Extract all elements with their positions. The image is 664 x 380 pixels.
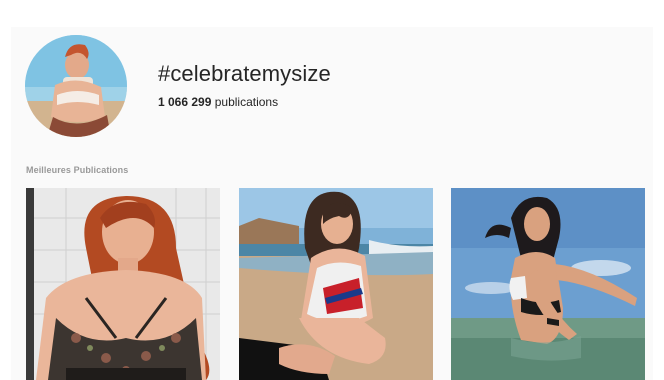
- top-posts-label: Meilleures Publications: [26, 165, 129, 175]
- photo-woman-beach-swimsuit-icon: [239, 188, 433, 380]
- hashtag-avatar[interactable]: [25, 35, 127, 137]
- publications-label: publications: [214, 95, 279, 109]
- top-post-2[interactable]: [239, 188, 433, 380]
- photo-woman-floral-swimsuit-icon: [26, 188, 220, 380]
- top-post-3[interactable]: [451, 188, 645, 380]
- hashtag-title: #celebratemysize: [158, 61, 331, 86]
- avatar-photo-icon: [25, 35, 127, 137]
- photo-woman-sea-swimsuit-icon: [451, 188, 645, 380]
- publications-line: 1 066 299 publications: [158, 94, 331, 110]
- hashtag-header: #celebratemysize 1 066 299 publications: [158, 60, 331, 110]
- hashtag-page: #celebratemysize 1 066 299 publications …: [11, 27, 653, 380]
- publications-count: 1 066 299: [158, 95, 212, 109]
- top-post-1[interactable]: [26, 188, 220, 380]
